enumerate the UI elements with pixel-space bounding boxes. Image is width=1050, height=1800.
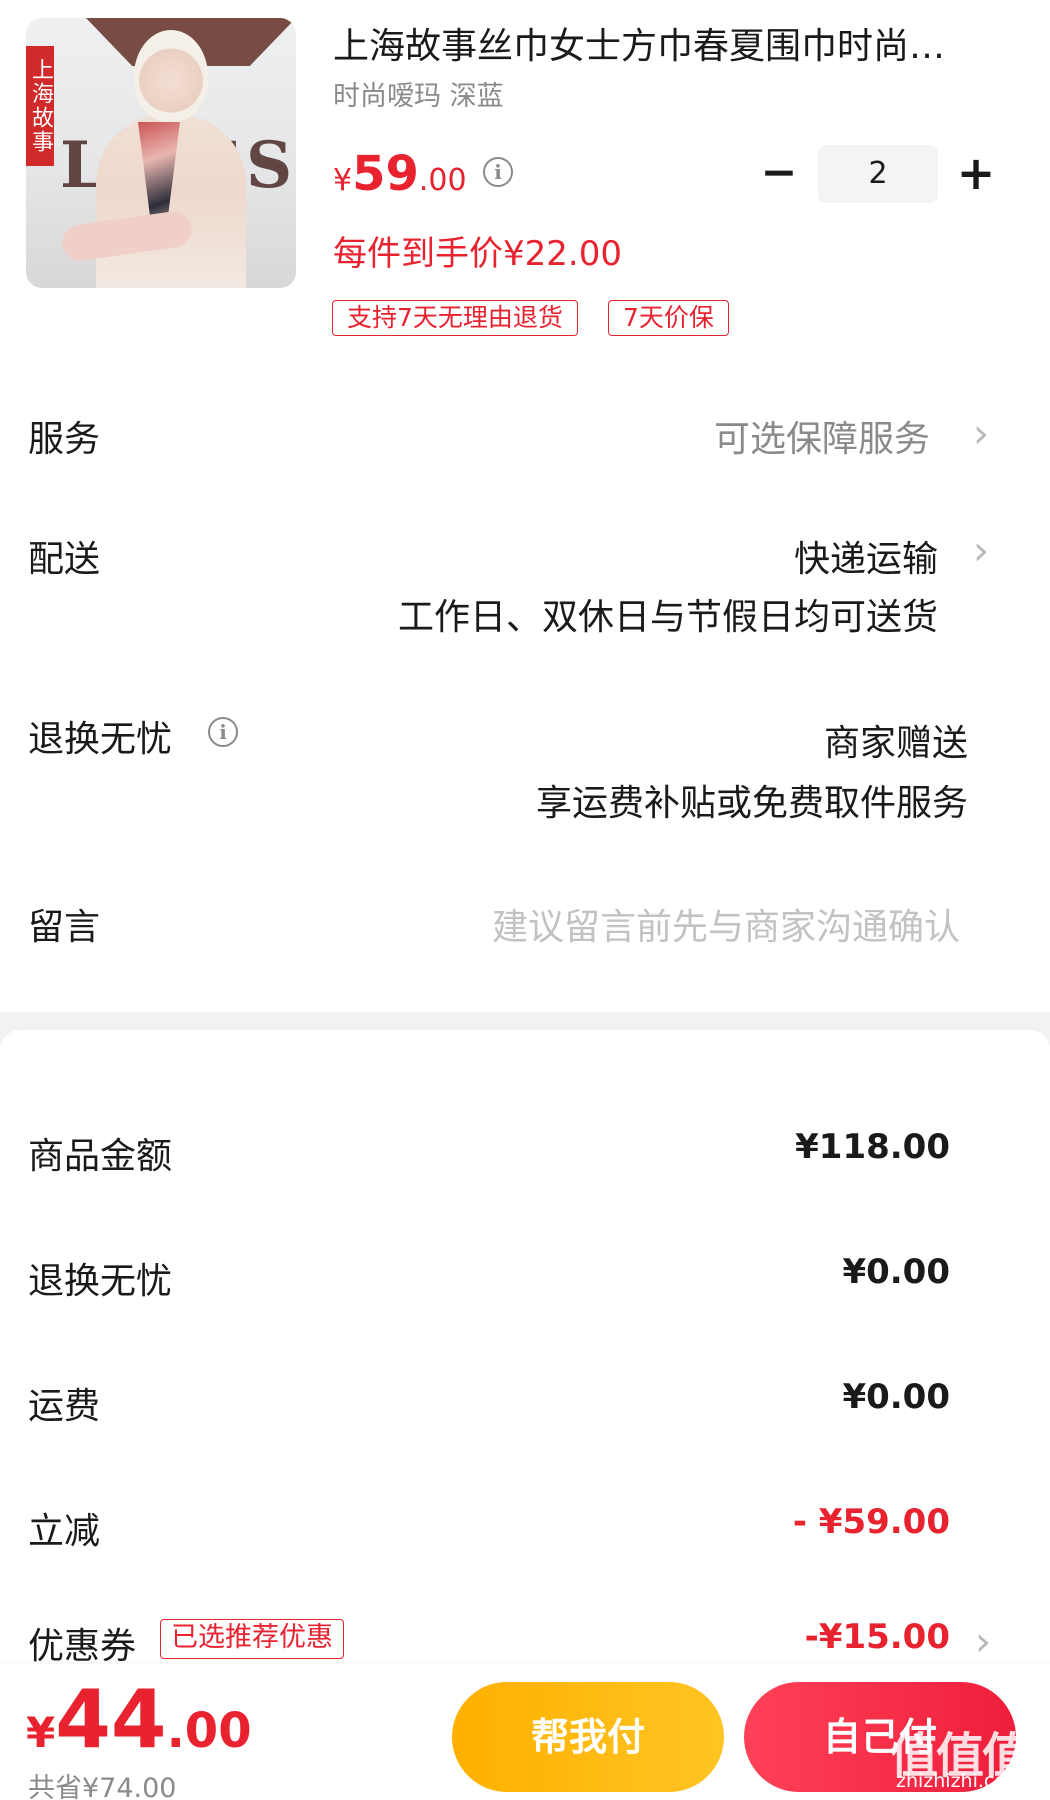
total-integer: 44 [55,1673,167,1766]
info-circle-icon: i [483,157,513,187]
shipping-label: 配送 [28,539,101,580]
message-label: 留言 [28,907,101,948]
plus-icon: + [956,146,996,200]
shipping-value[interactable]: 快递运输 [794,530,938,582]
service-value[interactable]: 可选保障服务 [714,410,930,462]
total-currency: ¥ [26,1708,56,1757]
price-protect-tag: 7天价保 [608,300,729,336]
product-image[interactable]: LAO'S 上海故事 [26,18,296,288]
chevron-right-icon[interactable]: › [972,1622,994,1662]
minus-icon: − [760,147,798,198]
price-integer: 59 [352,146,419,202]
chevron-right-icon[interactable]: › [970,414,992,454]
watermark-url: zhizhizhi.com [896,1770,1025,1792]
quantity-increase-button[interactable]: + [953,150,999,196]
coupon-selected-tag: 已选推荐优惠 [160,1619,344,1659]
price-currency: ¥ [333,163,353,198]
subtotal-label: 商品金额 [28,1136,173,1177]
discount-value: - ¥59.00 [792,1502,950,1542]
brand-logo-strip: 上海故事 [26,46,54,166]
shipping-fee-label: 运费 [28,1386,101,1427]
discount-label: 立减 [28,1511,101,1552]
info-circle-icon: i [208,717,238,747]
returns-detail: 享运费补贴或免费取件服务 [535,783,968,824]
total-price: ¥44.00 [26,1678,252,1762]
returns-label: 退换无忧 [28,719,173,760]
quantity-input[interactable]: 2 [818,145,938,203]
product-spec[interactable]: 时尚嗳玛 深蓝 [333,74,504,113]
quantity-decrease-button[interactable]: − [756,150,802,196]
help-pay-button[interactable]: 帮我付 [452,1682,724,1792]
product-price: ¥59.00 [333,146,467,202]
returns-fee-label: 退换无忧 [28,1261,173,1302]
product-card: LAO'S 上海故事 上海故事丝巾女士方巾春夏围巾时尚… 时尚嗳玛 深蓝 ¥59… [0,0,1050,350]
total-decimal: .00 [166,1703,252,1759]
coupon-value[interactable]: -¥15.00 [805,1617,950,1657]
unit-price: 每件到手价¥22.00 [333,234,622,274]
returns-info-button[interactable]: i [208,717,238,747]
subtotal-value: ¥118.00 [795,1127,950,1167]
model-head-graphic [134,30,208,122]
total-saved: 共省¥74.00 [28,1773,177,1800]
price-decimal: .00 [418,163,467,198]
product-title[interactable]: 上海故事丝巾女士方巾春夏围巾时尚… [333,22,1003,72]
chevron-right-icon[interactable]: › [970,531,992,571]
message-input[interactable]: 建议留言前先与商家沟通确认 [492,898,960,950]
returns-fee-value: ¥0.00 [842,1252,950,1292]
coupon-label: 优惠券 [28,1626,137,1667]
shipping-fee-value: ¥0.00 [842,1377,950,1417]
summary-card [0,1030,1050,1070]
price-info-button[interactable]: i [483,157,513,187]
service-label: 服务 [28,419,101,460]
shipping-detail: 工作日、双休日与节假日均可送货 [397,597,938,638]
return-policy-tag: 支持7天无理由退货 [332,300,578,336]
returns-value: 商家赠送 [823,723,968,764]
